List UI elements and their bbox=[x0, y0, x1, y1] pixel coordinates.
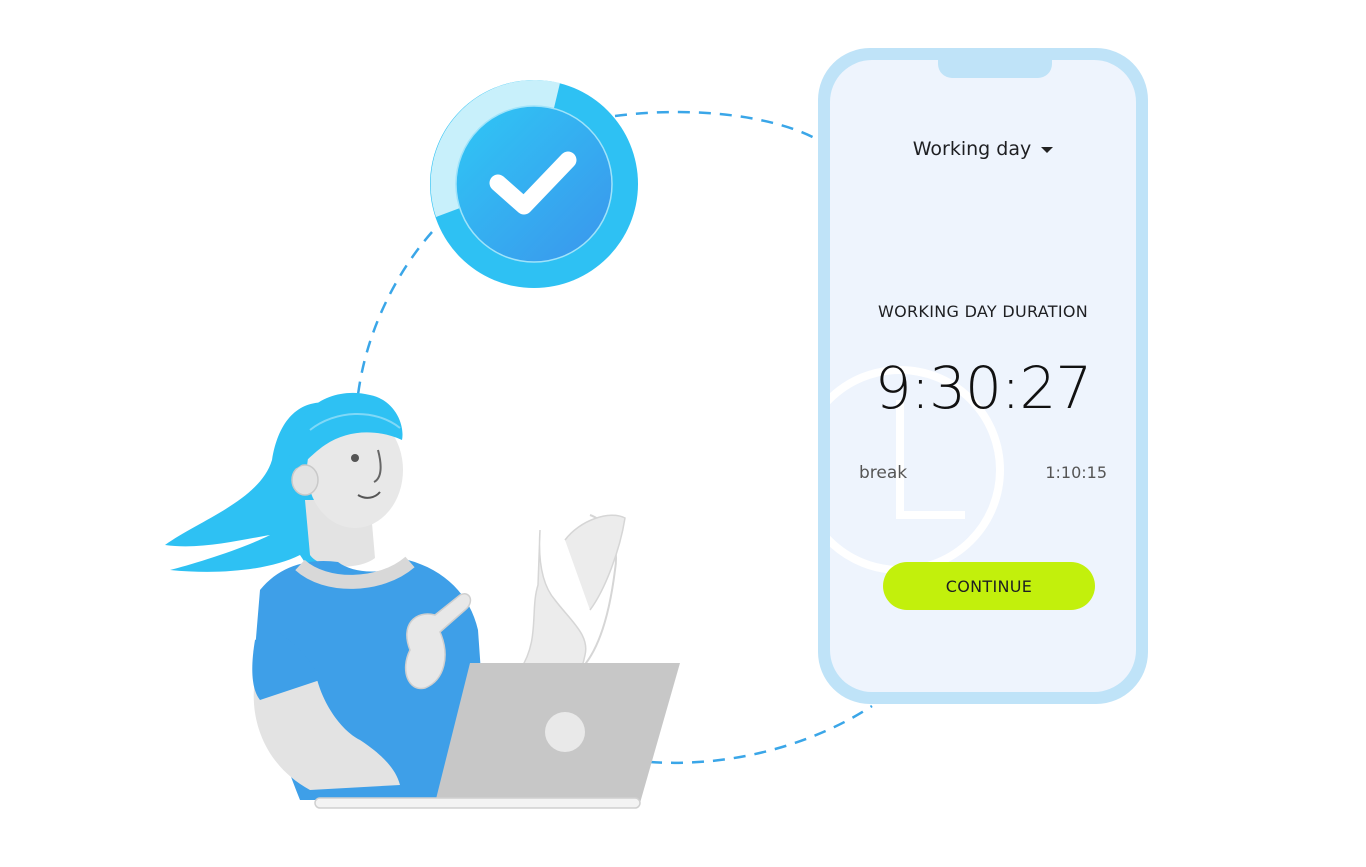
break-label: break bbox=[859, 463, 908, 483]
break-row: break 1:10:15 bbox=[859, 463, 1107, 483]
timer-display: 9:30:27 bbox=[874, 354, 1093, 422]
phone-frame: Working day WORKING DAY DURATION 9:30:27… bbox=[818, 48, 1148, 704]
illustration-scene: Working day WORKING DAY DURATION 9:30:27… bbox=[0, 0, 1366, 867]
check-circle-icon bbox=[430, 80, 638, 288]
continue-button[interactable]: CONTINUE bbox=[883, 562, 1095, 610]
working-day-dropdown[interactable]: Working day bbox=[830, 138, 1136, 160]
person-illustration bbox=[165, 392, 680, 809]
dropdown-label: Working day bbox=[912, 138, 1032, 160]
phone-screen: Working day WORKING DAY DURATION 9:30:27… bbox=[830, 60, 1136, 692]
break-value: 1:10:15 bbox=[1045, 463, 1107, 482]
chevron-down-icon bbox=[1041, 147, 1054, 153]
duration-title: WORKING DAY DURATION bbox=[877, 302, 1089, 321]
phone-notch bbox=[938, 60, 1052, 78]
